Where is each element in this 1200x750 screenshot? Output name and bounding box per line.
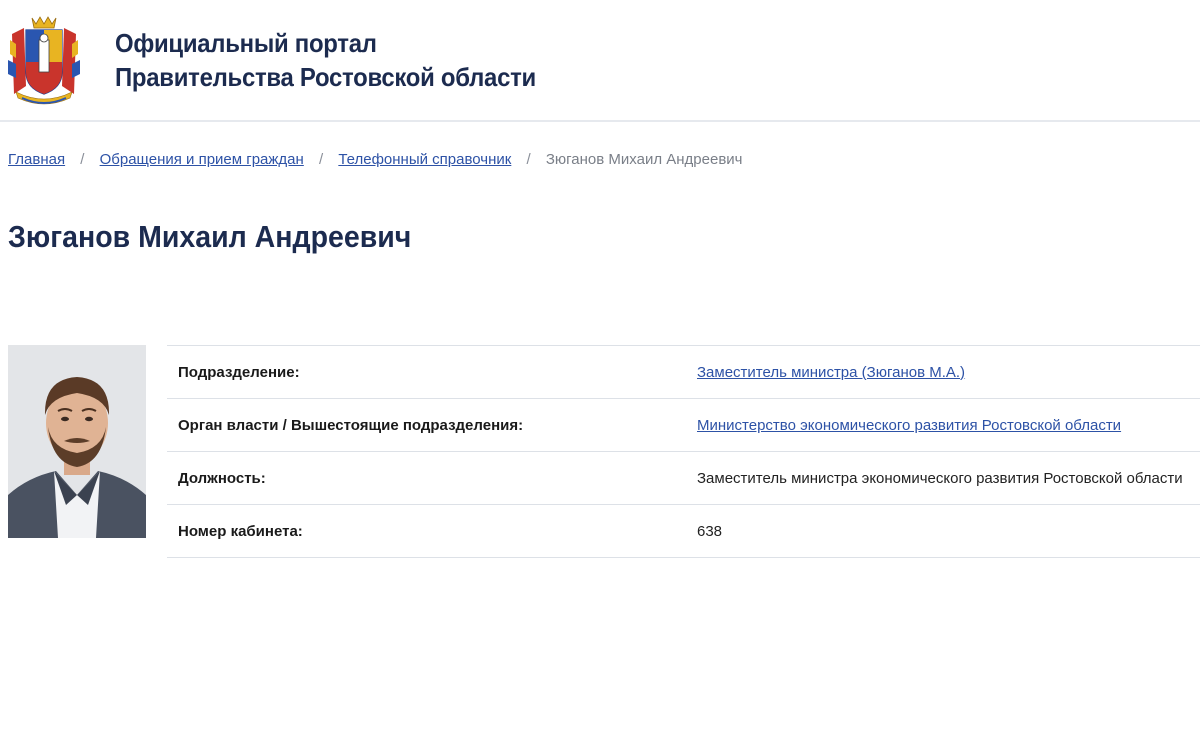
position-value: Заместитель министра экономического разв… [697,451,1200,505]
breadcrumb-separator: / [80,151,85,168]
person-portrait-image [8,345,146,538]
table-row: Подразделение: Заместитель министра (Зюг… [167,345,1200,399]
site-header: Официальный портал Правительства Ростовс… [0,0,1200,122]
table-row: Номер кабинета: 638 [167,504,1200,558]
department-link[interactable]: Заместитель министра (Зюганов М.А.) [697,364,965,381]
breadcrumb: Главная / Обращения и прием граждан / Те… [8,150,742,170]
portal-title-line-2: Правительства Ростовской области [115,62,536,92]
row-label: Подразделение: [167,345,697,399]
breadcrumb-appeals-link[interactable]: Обращения и прием граждан [100,151,304,168]
page-title: Зюганов Михаил Андреевич [8,219,412,254]
row-label: Номер кабинета: [167,504,697,558]
breadcrumb-home-link[interactable]: Главная [8,151,65,168]
breadcrumb-separator: / [318,151,324,168]
portal-title[interactable]: Официальный портал Правительства Ростовс… [115,26,536,94]
row-label: Должность: [167,451,697,505]
breadcrumb-separator: / [526,151,531,168]
row-label: Орган власти / Вышестоящие подразделения… [167,398,697,452]
row-value: Заместитель министра (Зюганов М.А.) [697,345,1200,399]
person-photo [8,345,146,538]
breadcrumb-current: Зюганов Михаил Андреевич [545,151,743,168]
office-number-value: 638 [697,504,1200,558]
table-row: Орган власти / Вышестоящие подразделения… [167,398,1200,452]
row-value: Министерство экономического развития Рос… [697,398,1200,452]
portal-title-line-1: Официальный портал [115,28,377,58]
authority-link[interactable]: Министерство экономического развития Рос… [697,417,1121,434]
coat-of-arms-icon[interactable] [4,14,84,106]
contact-details-table: Подразделение: Заместитель министра (Зюг… [167,345,1200,558]
table-row: Должность: Заместитель министра экономич… [167,451,1200,505]
breadcrumb-phonebook-link[interactable]: Телефонный справочник [338,151,511,168]
